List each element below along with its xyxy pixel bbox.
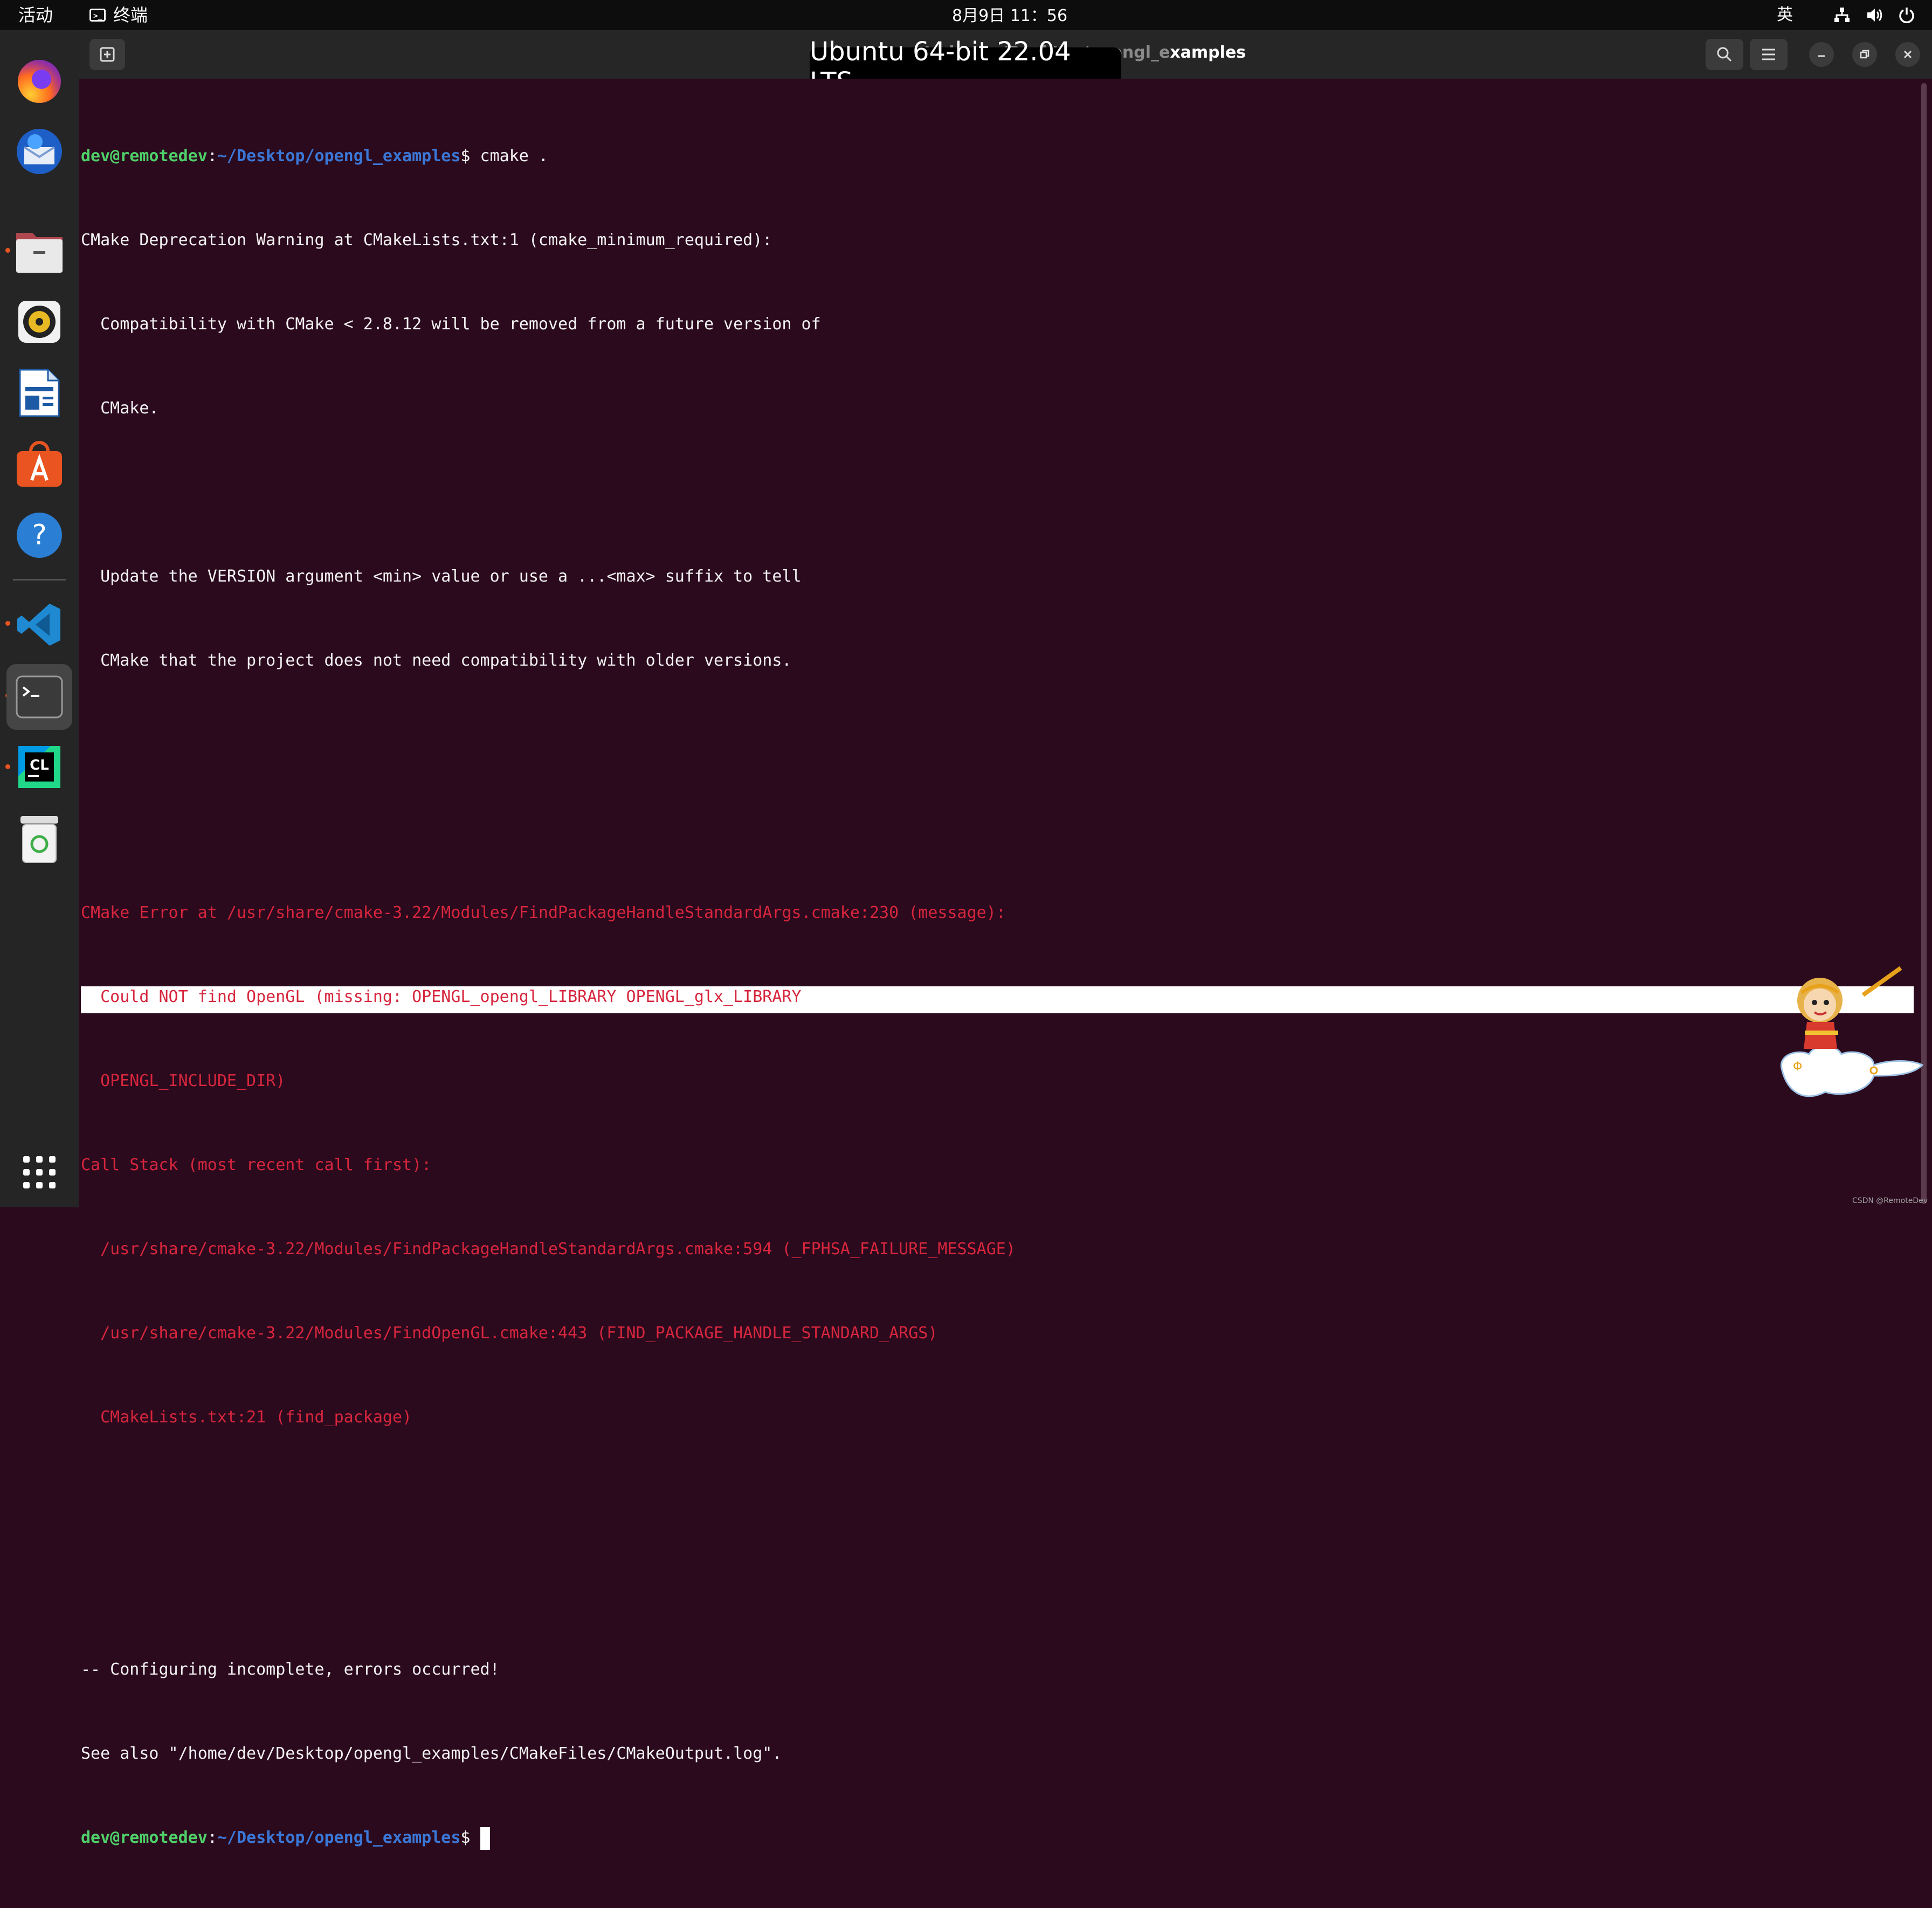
prompt-path: ~/Desktop/opengl_examples bbox=[217, 147, 461, 165]
output-line: Compatibility with CMake < 2.8.12 will b… bbox=[81, 315, 821, 334]
text-cursor bbox=[480, 1827, 490, 1850]
close-button[interactable] bbox=[1895, 42, 1920, 67]
show-apps-icon bbox=[23, 1156, 56, 1188]
clion-icon: CL bbox=[18, 746, 60, 788]
error-line: Call Stack (most recent call first): bbox=[81, 1156, 432, 1174]
help-glyph: ? bbox=[32, 519, 47, 551]
power-icon bbox=[1898, 6, 1916, 24]
search-icon bbox=[1717, 47, 1732, 62]
volume-icon bbox=[1865, 6, 1883, 24]
prompt-user: dev@remotedev bbox=[81, 147, 208, 165]
close-icon bbox=[1903, 50, 1912, 59]
search-button[interactable] bbox=[1706, 39, 1743, 70]
terminal-icon bbox=[16, 675, 63, 718]
minimize-button[interactable] bbox=[1809, 42, 1834, 67]
terminal-app-icon: >_ bbox=[89, 9, 106, 22]
maximize-button[interactable] bbox=[1852, 42, 1877, 67]
hamburger-icon bbox=[1762, 49, 1775, 60]
output-line: CMake that the project does not need com… bbox=[81, 651, 792, 670]
dock: ? CL bbox=[0, 30, 79, 1207]
libreoffice-writer-icon bbox=[19, 369, 60, 417]
dock-item-rhythmbox[interactable] bbox=[13, 295, 66, 348]
top-bar: 活动 >_ 终端 8月9日 11：56 英 bbox=[0, 0, 1932, 30]
dock-item-vscode[interactable] bbox=[13, 598, 66, 651]
prompt-suffix: $ bbox=[460, 147, 480, 165]
error-line: CMake Error at /usr/share/cmake-3.22/Mod… bbox=[81, 903, 1006, 922]
output-line: Update the VERSION argument <min> value … bbox=[81, 567, 802, 586]
clion-label: CL bbox=[30, 757, 49, 773]
output-line: CMake Deprecation Warning at CMakeLists.… bbox=[81, 231, 772, 250]
dock-item-terminal[interactable] bbox=[6, 664, 72, 730]
error-line: OPENGL_INCLUDE_DIR) bbox=[81, 1071, 286, 1090]
show-apps-button[interactable] bbox=[13, 1146, 66, 1199]
help-icon: ? bbox=[17, 513, 62, 558]
prompt-path: ~/Desktop/opengl_examples bbox=[217, 1828, 461, 1847]
error-line: /usr/share/cmake-3.22/Modules/FindOpenGL… bbox=[81, 1324, 938, 1343]
running-indicator bbox=[5, 764, 10, 769]
dock-item-help[interactable]: ? bbox=[13, 509, 66, 562]
command-text: cmake . bbox=[480, 147, 548, 165]
app-menu-label: 终端 bbox=[113, 5, 148, 25]
terminal-output[interactable]: dev@remotedev:~/Desktop/opengl_examples$… bbox=[81, 86, 1914, 1908]
svg-text:Φ: Φ bbox=[1793, 1060, 1802, 1074]
terminal-view[interactable]: dev@remotedev:~/Desktop/opengl_examples$… bbox=[79, 79, 1932, 1850]
dock-item-files[interactable] bbox=[13, 224, 66, 277]
system-status-area[interactable] bbox=[1833, 4, 1916, 26]
watermark: CSDN @RemoteDev bbox=[1852, 1197, 1928, 1205]
activities-button[interactable]: 活动 bbox=[18, 4, 53, 26]
dock-item-firefox[interactable] bbox=[13, 54, 66, 107]
dock-item-writer[interactable] bbox=[13, 367, 66, 419]
prompt-suffix: $ bbox=[460, 1828, 480, 1847]
input-method-indicator[interactable]: 英 bbox=[1777, 4, 1793, 26]
dock-item-clion[interactable]: CL bbox=[13, 741, 66, 793]
dock-item-trash[interactable] bbox=[13, 813, 66, 866]
rhythmbox-icon bbox=[18, 301, 60, 343]
clock[interactable]: 8月9日 11：56 bbox=[952, 5, 1067, 27]
dock-item-thunderbird[interactable] bbox=[13, 125, 66, 178]
thunderbird-icon bbox=[17, 129, 62, 174]
error-line: CMakeLists.txt:21 (find_package) bbox=[81, 1408, 412, 1427]
prompt-line: dev@remotedev:~/Desktop/opengl_examples$ bbox=[81, 1824, 1016, 1852]
selected-error-line: Could NOT find OpenGL (missing: OPENGL_o… bbox=[81, 983, 1914, 1013]
output-line: CMake. bbox=[81, 399, 159, 418]
selected-text: Could NOT find OpenGL (missing: OPENGL_o… bbox=[81, 987, 802, 1006]
menu-button[interactable] bbox=[1750, 39, 1788, 70]
trash-icon bbox=[20, 816, 58, 863]
running-indicator bbox=[5, 248, 10, 253]
monkey-king-mascot: Φ bbox=[1780, 966, 1924, 1097]
minimize-icon bbox=[1818, 55, 1825, 57]
new-tab-button[interactable] bbox=[89, 39, 125, 70]
app-menu[interactable]: >_ 终端 bbox=[89, 4, 148, 26]
error-line: /usr/share/cmake-3.22/Modules/FindPackag… bbox=[81, 1240, 1016, 1259]
dock-item-app-center[interactable] bbox=[13, 438, 66, 490]
command-line: dev@remotedev:~/Desktop/opengl_examples$… bbox=[81, 147, 548, 165]
network-icon bbox=[1833, 6, 1851, 24]
running-indicator bbox=[5, 621, 10, 626]
prompt-user: dev@remotedev bbox=[81, 1828, 208, 1847]
window-title-bright: xamples bbox=[1170, 43, 1246, 62]
dock-separator bbox=[13, 579, 66, 580]
firefox-icon bbox=[18, 60, 61, 103]
vscode-icon bbox=[17, 604, 60, 646]
output-line: -- Configuring incomplete, errors occurr… bbox=[81, 1660, 500, 1679]
app-center-icon bbox=[17, 441, 62, 487]
files-icon bbox=[16, 233, 63, 273]
output-line: See also "/home/dev/Desktop/opengl_examp… bbox=[81, 1744, 782, 1763]
new-tab-icon bbox=[100, 47, 115, 62]
restore-icon bbox=[1860, 50, 1869, 59]
